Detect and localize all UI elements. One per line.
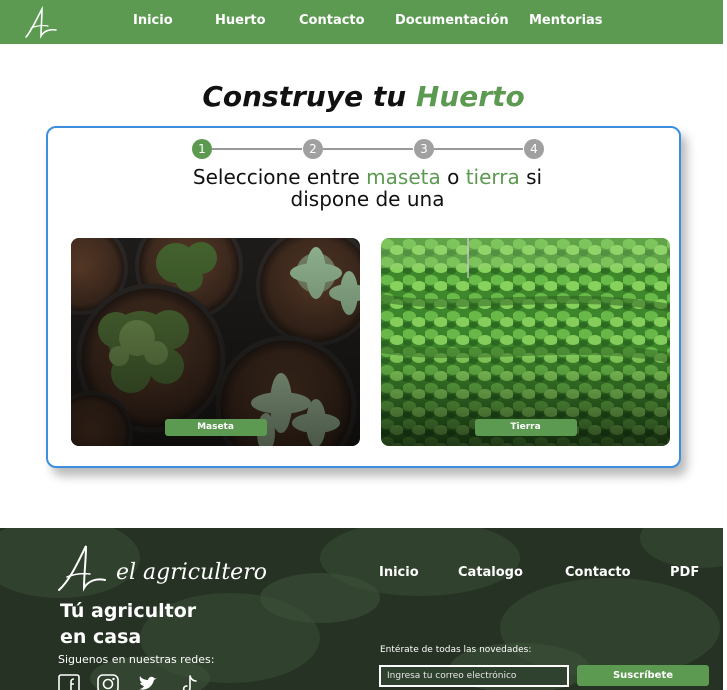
footer-logo-icon[interactable] [56,542,106,594]
twitter-icon[interactable] [137,674,159,690]
newsletter-label: Entérate de todas las novedades: [380,645,532,655]
nav-mentorias[interactable]: Mentorias [529,13,603,28]
facebook-icon[interactable] [58,674,80,690]
prompt-text: Seleccione entre [192,165,360,189]
nav-contacto[interactable]: Contacto [299,13,365,28]
social-label: Siguenos en nuestras redes: [58,653,215,666]
prompt-text: si [526,165,543,189]
prompt-option-maseta: maseta [366,165,441,189]
tagline-line-1: Tú agricultor [60,600,197,622]
top-nav: Inicio Huerto Contacto Documentación Men… [0,0,723,44]
prompt-text: dispone de una [290,187,445,211]
page-title: Construye tu Huerto [0,80,727,113]
instagram-icon[interactable] [97,674,119,690]
prompt-option-tierra: tierra [465,165,520,189]
nav-inicio[interactable]: Inicio [133,13,173,28]
step-3[interactable]: 3 [414,139,434,159]
brand-logo-icon[interactable] [22,4,60,40]
subscribe-button[interactable]: Suscríbete [577,665,709,686]
prompt-text: o [447,165,460,189]
footer-link-pdf[interactable]: PDF [670,565,699,580]
email-input[interactable] [379,665,569,687]
step-prompt: Seleccione entre maseta o tierra si disp… [150,166,585,210]
step-4[interactable]: 4 [524,139,544,159]
site-footer: el agricultero Tú agricultor en casa Sig… [0,528,723,690]
tiktok-icon[interactable] [178,674,200,690]
succulents-photo [71,238,360,446]
tagline-line-2: en casa [60,626,142,648]
nav-huerto[interactable]: Huerto [215,13,266,28]
select-tierra-button[interactable]: Tierra [474,419,577,436]
stepper-connector [434,148,523,150]
option-card-maseta[interactable]: Maseta [71,238,360,446]
brand-name: el agricultero [116,560,267,585]
step-1[interactable]: 1 [192,139,212,159]
option-card-tierra[interactable]: Tierra [381,238,670,446]
step-2[interactable]: 2 [303,139,323,159]
page-title-text: Construye tu [202,80,407,113]
page-title-accent: Huerto [415,80,525,113]
lettuce-field-photo [381,238,670,446]
stepper-connector [212,148,302,150]
stepper-connector [323,148,413,150]
tagline: Tú agricultor en casa [60,598,260,650]
select-maseta-button[interactable]: Maseta [164,419,267,436]
footer-link-catalogo[interactable]: Catalogo [458,565,523,580]
footer-link-inicio[interactable]: Inicio [379,565,419,580]
footer-link-contacto[interactable]: Contacto [565,565,631,580]
nav-documentacion[interactable]: Documentación [395,13,509,28]
